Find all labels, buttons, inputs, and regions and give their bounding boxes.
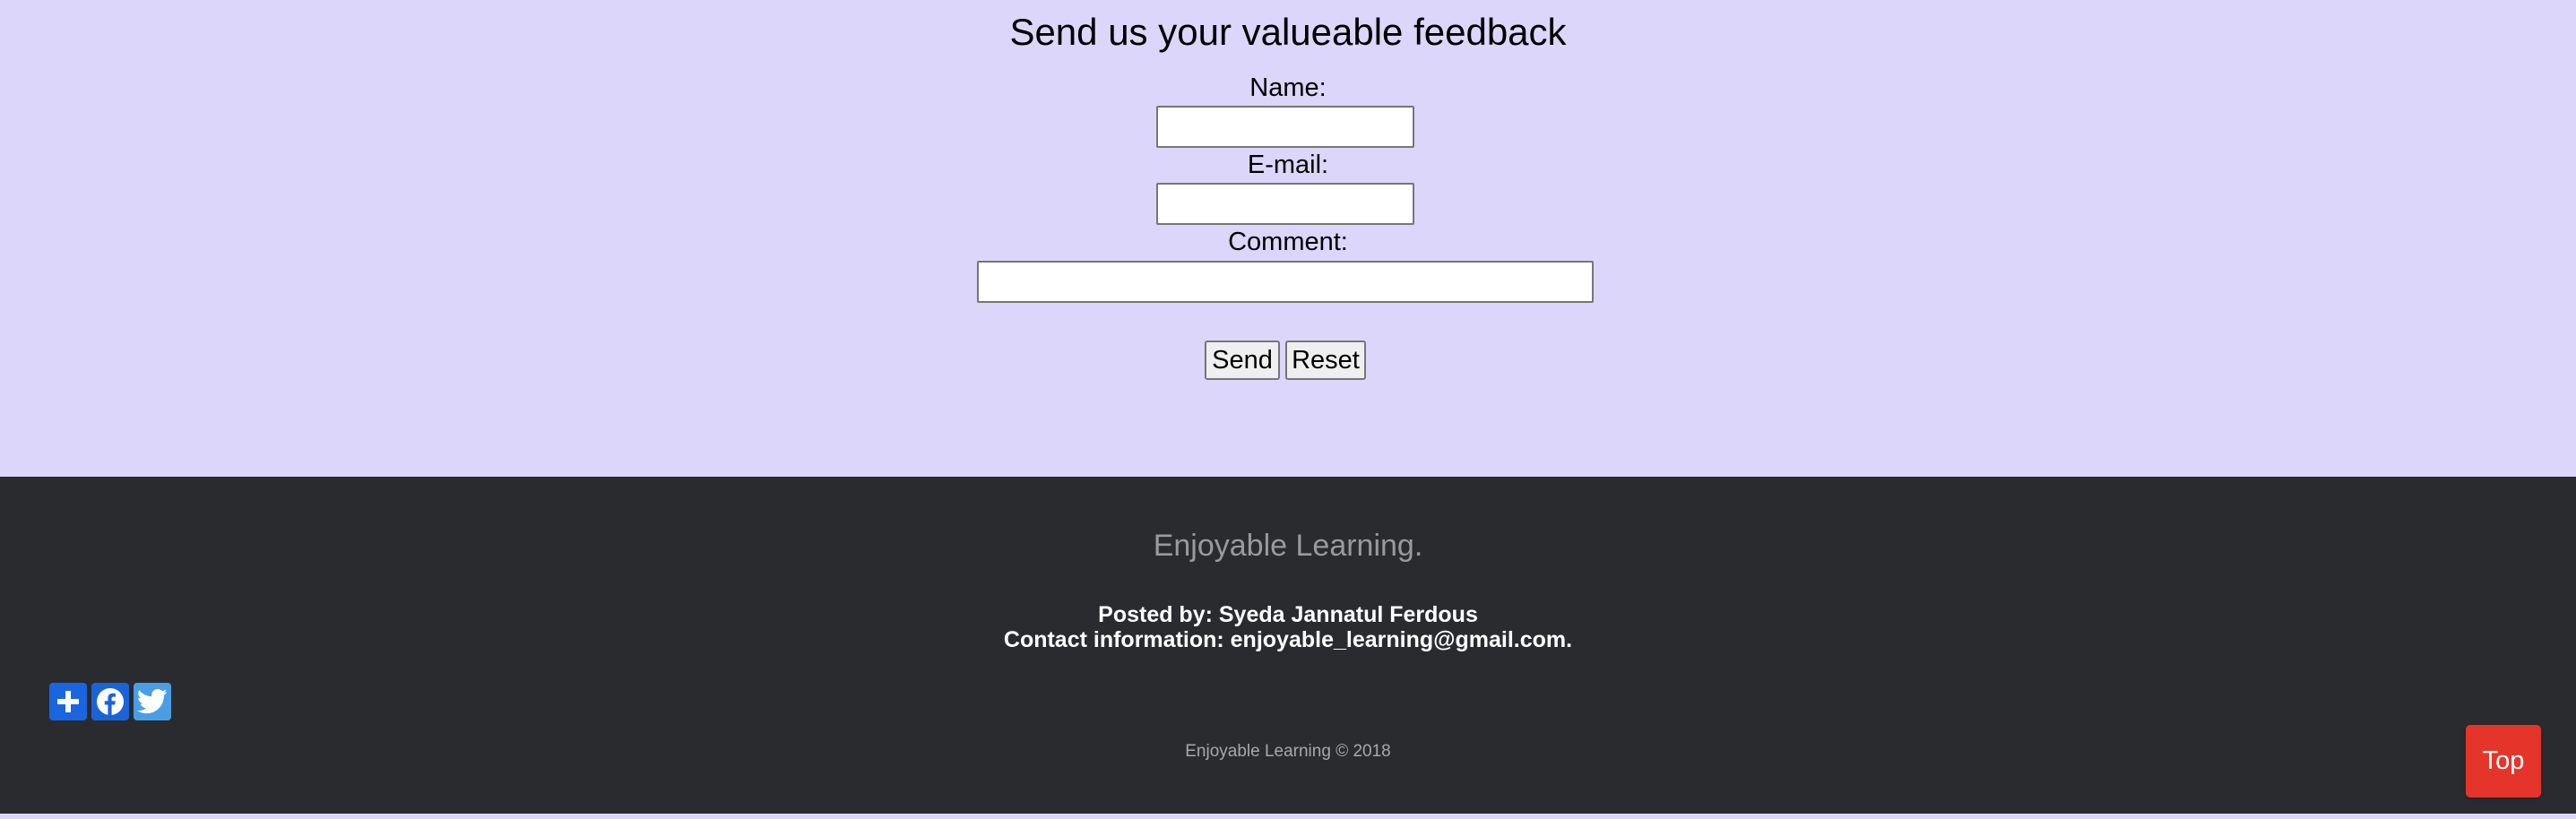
site-footer: Enjoyable Learning. Posted by: Syeda Jan… bbox=[0, 477, 2576, 814]
footer-brand: Enjoyable Learning. bbox=[1153, 529, 1423, 563]
facebook-icon[interactable] bbox=[91, 683, 129, 720]
reset-button[interactable]: Reset bbox=[1285, 341, 1366, 380]
comment-input[interactable] bbox=[977, 261, 1594, 303]
copyright-text: Enjoyable Learning © 2018 bbox=[1185, 742, 1391, 761]
posted-by-text: Posted by: Syeda Jannatul Ferdous bbox=[1098, 602, 1478, 627]
feedback-section: Send us your valueable feedback Name: E-… bbox=[0, 0, 2576, 477]
email-input[interactable] bbox=[1156, 183, 1414, 225]
twitter-icon[interactable] bbox=[134, 683, 171, 720]
add-share-icon[interactable] bbox=[49, 683, 87, 720]
feedback-title: Send us your valueable feedback bbox=[1009, 11, 1567, 53]
page-bottom-edge bbox=[0, 814, 2576, 819]
author-info: Posted by: Syeda Jannatul Ferdous Contac… bbox=[0, 602, 2576, 652]
contact-text: Contact information: enjoyable_learning@… bbox=[1003, 627, 1573, 652]
name-label: Name: bbox=[1249, 73, 1327, 102]
email-label: E-mail: bbox=[1247, 151, 1329, 179]
send-button[interactable]: Send bbox=[1205, 341, 1280, 380]
back-to-top-button[interactable]: Top bbox=[2466, 725, 2541, 797]
name-input[interactable] bbox=[1156, 106, 1414, 148]
comment-label: Comment: bbox=[1228, 228, 1348, 256]
